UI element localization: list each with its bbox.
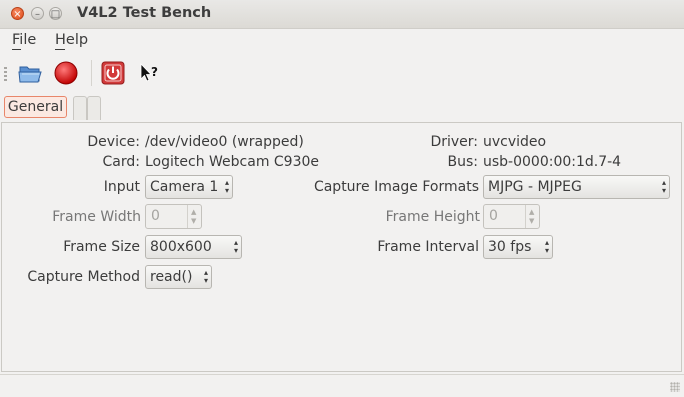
toolbar-separator — [91, 60, 92, 86]
card-value: Logitech Webcam C930e — [145, 154, 320, 170]
frame-size-label: Frame Size — [63, 239, 140, 255]
close-window-button[interactable]: × — [11, 7, 24, 20]
driver-value: uvcvideo — [483, 134, 547, 150]
whats-this-button[interactable]: ? — [135, 59, 163, 87]
input-combo-value: Camera 1 — [150, 179, 219, 195]
open-device-button[interactable] — [16, 59, 44, 87]
menu-help-mnemonic — [55, 49, 65, 50]
record-icon — [54, 61, 78, 85]
capture-formats-label: Capture Image Formats — [313, 179, 479, 195]
tab-general[interactable]: General — [4, 96, 67, 118]
capture-method-combo[interactable]: read() ▴ ▾ — [145, 265, 212, 289]
card-label: Card: — [102, 154, 140, 170]
bus-label: Bus: — [447, 154, 479, 170]
frame-size-value: 800x600 — [150, 239, 212, 255]
capture-formats-value: MJPG - MJPEG — [488, 179, 582, 195]
capture-method-label: Capture Method — [27, 269, 140, 285]
frame-height-value: 0 — [489, 208, 498, 224]
spin-arrows-icon: ▴ ▾ — [233, 238, 238, 255]
spin-arrows-icon: ▴ ▾ — [544, 238, 549, 255]
input-label: Input — [103, 179, 140, 195]
power-icon — [101, 61, 125, 85]
window-title: V4L2 Test Bench — [77, 5, 212, 21]
maximize-window-button[interactable]: □ — [49, 7, 62, 20]
tab-unnamed-1[interactable] — [73, 96, 87, 120]
capture-start-button[interactable] — [52, 59, 80, 87]
resize-grip-icon[interactable] — [670, 382, 680, 392]
capture-method-value: read() — [150, 269, 193, 285]
menu-file[interactable]: File — [12, 32, 36, 48]
device-value: /dev/video0 (wrapped) — [145, 134, 304, 150]
spin-arrows-icon: ▴ ▾ — [224, 178, 229, 195]
menu-bar: File Help — [0, 29, 684, 53]
status-bar — [0, 374, 684, 397]
frame-width-label: Frame Width — [52, 209, 141, 225]
frame-height-spinbox[interactable]: 0 ▲ ▼ — [483, 204, 540, 229]
close-device-button[interactable] — [99, 59, 127, 87]
frame-height-steppers[interactable]: ▲ ▼ — [525, 205, 539, 228]
title-bar: × – □ V4L2 Test Bench — [0, 0, 684, 29]
toolbar-grip[interactable] — [4, 67, 7, 81]
bus-value: usb-0000:00:1d.7-4 — [483, 154, 622, 170]
frame-interval-value: 30 fps — [488, 239, 532, 255]
spin-arrows-icon: ▴ ▾ — [203, 268, 208, 285]
menu-file-mnemonic — [12, 49, 21, 50]
frame-width-steppers[interactable]: ▲ ▼ — [187, 205, 201, 228]
device-label: Device: — [87, 134, 140, 150]
driver-label: Driver: — [430, 134, 478, 150]
minimize-window-button[interactable]: – — [31, 7, 44, 20]
frame-width-value: 0 — [151, 208, 160, 224]
input-combo[interactable]: Camera 1 ▴ ▾ — [145, 175, 233, 199]
folder-open-icon — [18, 66, 42, 83]
frame-interval-label: Frame Interval — [377, 239, 479, 255]
svg-text:?: ? — [151, 65, 158, 79]
frame-interval-combo[interactable]: 30 fps ▴ ▾ — [483, 235, 553, 259]
capture-formats-combo[interactable]: MJPG - MJPEG ▴ ▾ — [483, 175, 670, 199]
frame-width-spinbox[interactable]: 0 ▲ ▼ — [145, 204, 202, 229]
spin-arrows-icon: ▴ ▾ — [661, 178, 666, 195]
menu-help[interactable]: Help — [55, 32, 88, 48]
tab-unnamed-2[interactable] — [87, 96, 101, 120]
frame-size-combo[interactable]: 800x600 ▴ ▾ — [145, 235, 242, 259]
frame-height-label: Frame Height — [385, 209, 480, 225]
whats-this-icon: ? — [140, 63, 158, 82]
